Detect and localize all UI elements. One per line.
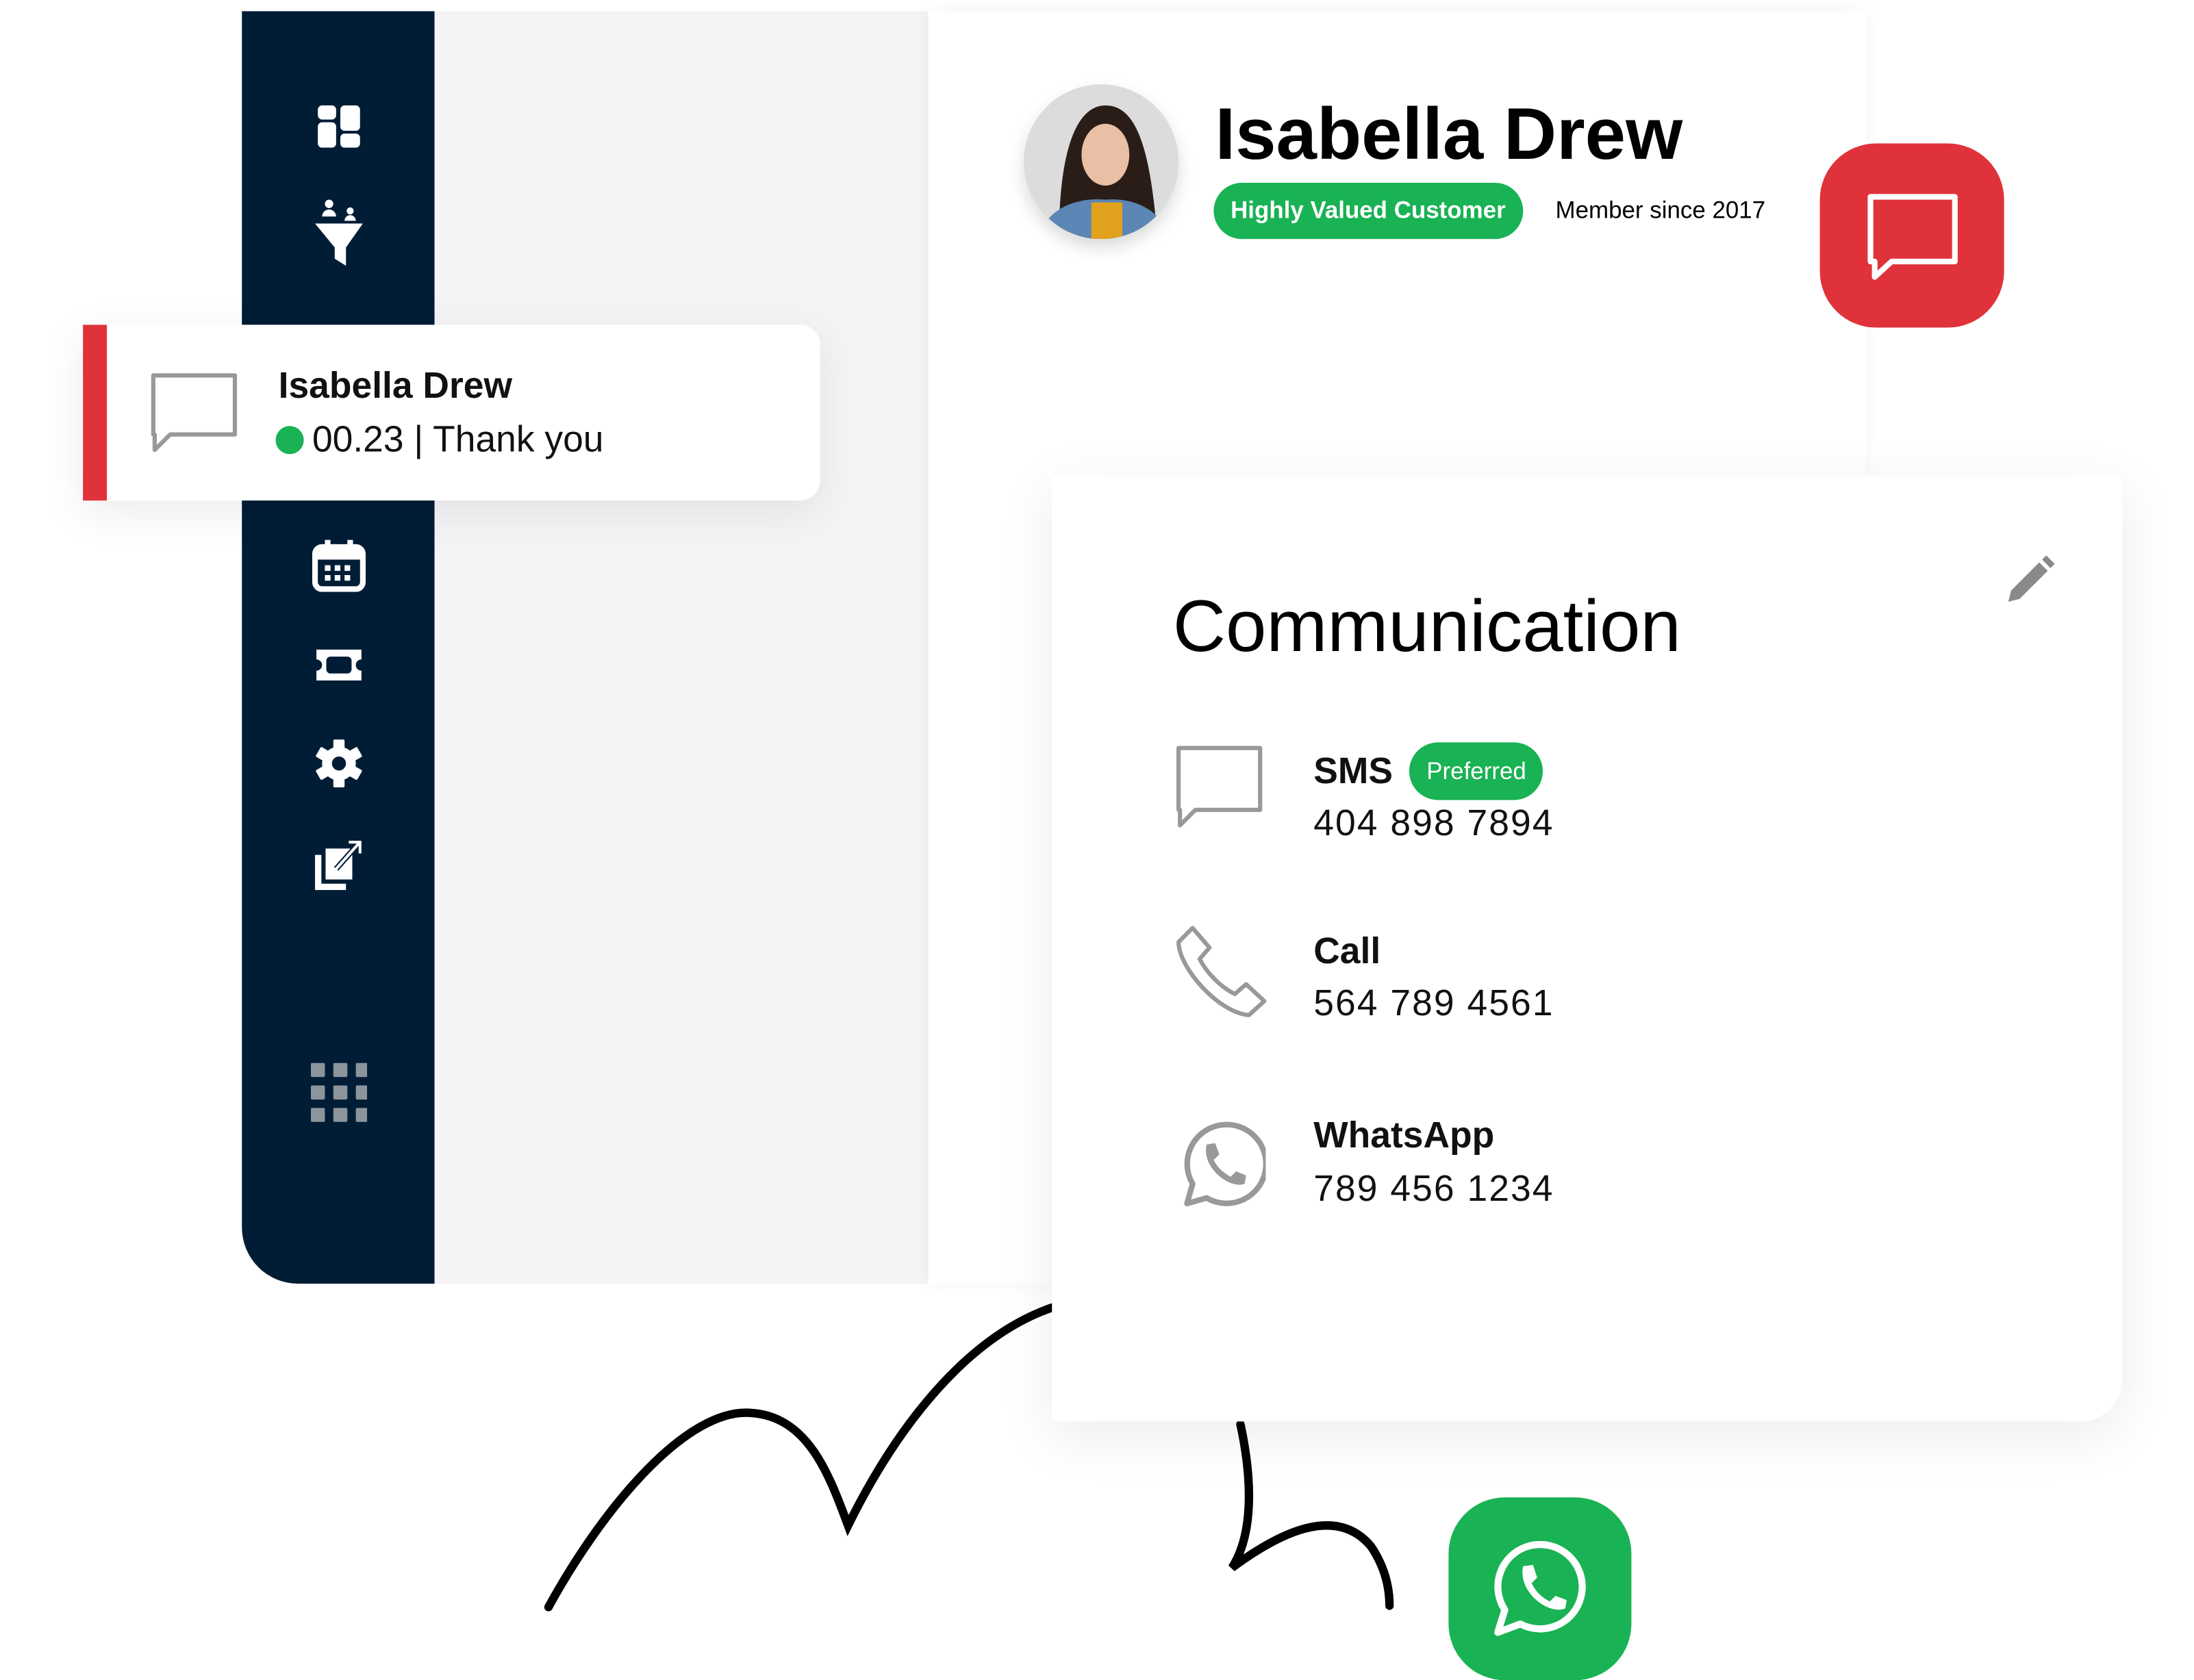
whatsapp-button[interactable] [1448, 1497, 1632, 1680]
calendar-icon[interactable] [310, 537, 366, 594]
pencil-icon[interactable] [2003, 554, 2056, 607]
whatsapp-icon [1494, 1541, 1586, 1636]
avatar [1024, 84, 1179, 240]
online-dot-icon [275, 425, 304, 454]
apps-grid-icon[interactable] [310, 1062, 367, 1122]
channel-number: 404 898 7894 [1313, 801, 1554, 844]
dashboard-icon[interactable] [310, 99, 366, 155]
member-since: Member since 2017 [1555, 196, 1766, 224]
whatsapp-icon [1184, 1121, 1266, 1207]
notification-message: 00.23 | Thank you [312, 417, 604, 460]
chat-bubble-icon [151, 373, 238, 453]
communication-title: Communication [1172, 586, 1681, 668]
content-panel [434, 11, 929, 1284]
gear-icon[interactable] [310, 735, 366, 791]
notification-name: Isabella Drew [278, 364, 513, 407]
export-icon[interactable] [310, 837, 366, 893]
chat-bubble-icon [1176, 746, 1263, 828]
channel-label: Call [1313, 929, 1381, 972]
channel-number: 564 789 4561 [1313, 981, 1554, 1024]
notification-card[interactable]: Isabella Drew 00.23 | Thank you [83, 324, 820, 501]
preferred-badge: Preferred [1409, 742, 1543, 800]
notification-status: 00.23 | Thank you [275, 417, 604, 461]
notification-accent-bar [83, 324, 108, 501]
customer-status-badge: Highly Valued Customer [1213, 182, 1523, 240]
chat-button[interactable] [1819, 143, 2004, 328]
sidebar [242, 11, 435, 1284]
channel-label: WhatsApp [1313, 1113, 1495, 1156]
channel-number: 789 456 1234 [1313, 1167, 1554, 1210]
ticket-icon[interactable] [310, 637, 366, 693]
channel-label: SMS [1313, 749, 1393, 792]
phone-icon [1176, 926, 1267, 1017]
funnel-icon[interactable] [310, 199, 366, 266]
chat-bubble-icon [1867, 193, 1957, 279]
communication-card: Communication SMS Preferred 404 898 7894 … [1052, 475, 2123, 1422]
customer-name: Isabella Drew [1215, 94, 1683, 176]
